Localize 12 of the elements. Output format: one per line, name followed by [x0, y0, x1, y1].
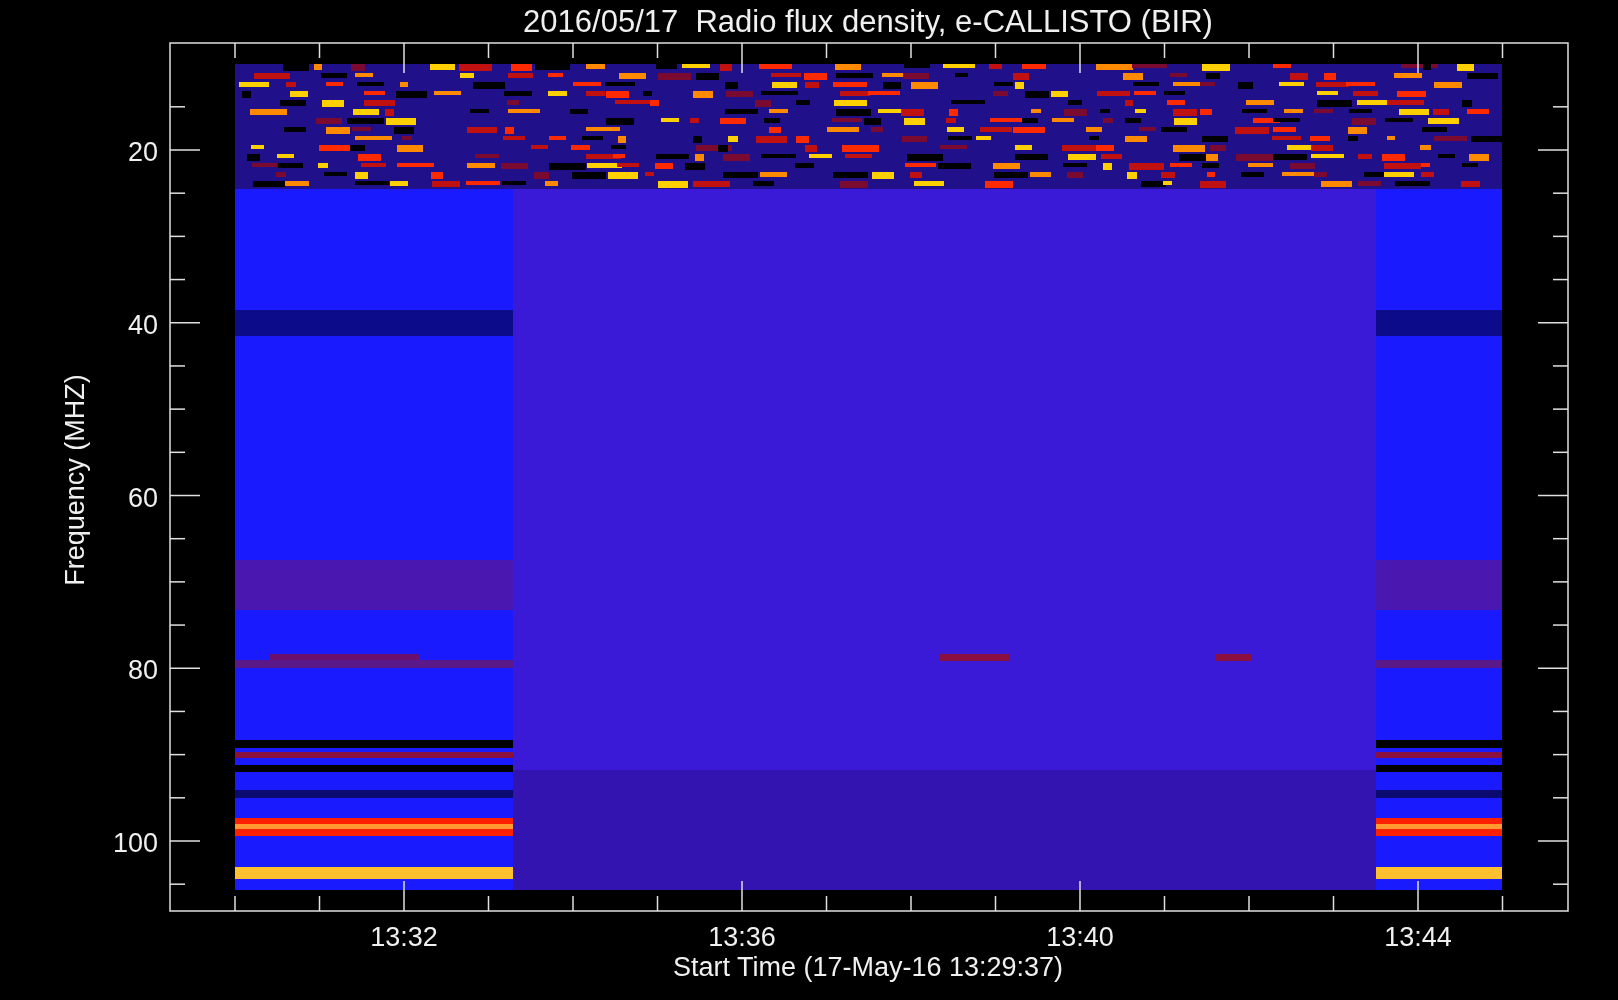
axis-tick-label: 13:40: [1046, 922, 1114, 952]
axis-label: Frequency (MHZ): [60, 374, 90, 586]
axis-tick-label: 60: [127, 482, 158, 513]
chart-title: 2016/05/17 Radio flux density, e-CALLISTO (BIR): [523, 4, 1213, 39]
axis-tick-label: 13:32: [370, 922, 438, 952]
axis-tick-label: 100: [112, 828, 158, 858]
axis-tick-label: 20: [127, 137, 158, 167]
axis-tick-label: 80: [127, 655, 158, 686]
axis-tick-label: 40: [127, 309, 158, 340]
axis-label: Start Time (17-May-16 13:29:37): [672, 952, 1064, 982]
axis-tick-label: 13:44: [1384, 922, 1452, 952]
axis-tick-label: 13:36: [708, 922, 776, 952]
